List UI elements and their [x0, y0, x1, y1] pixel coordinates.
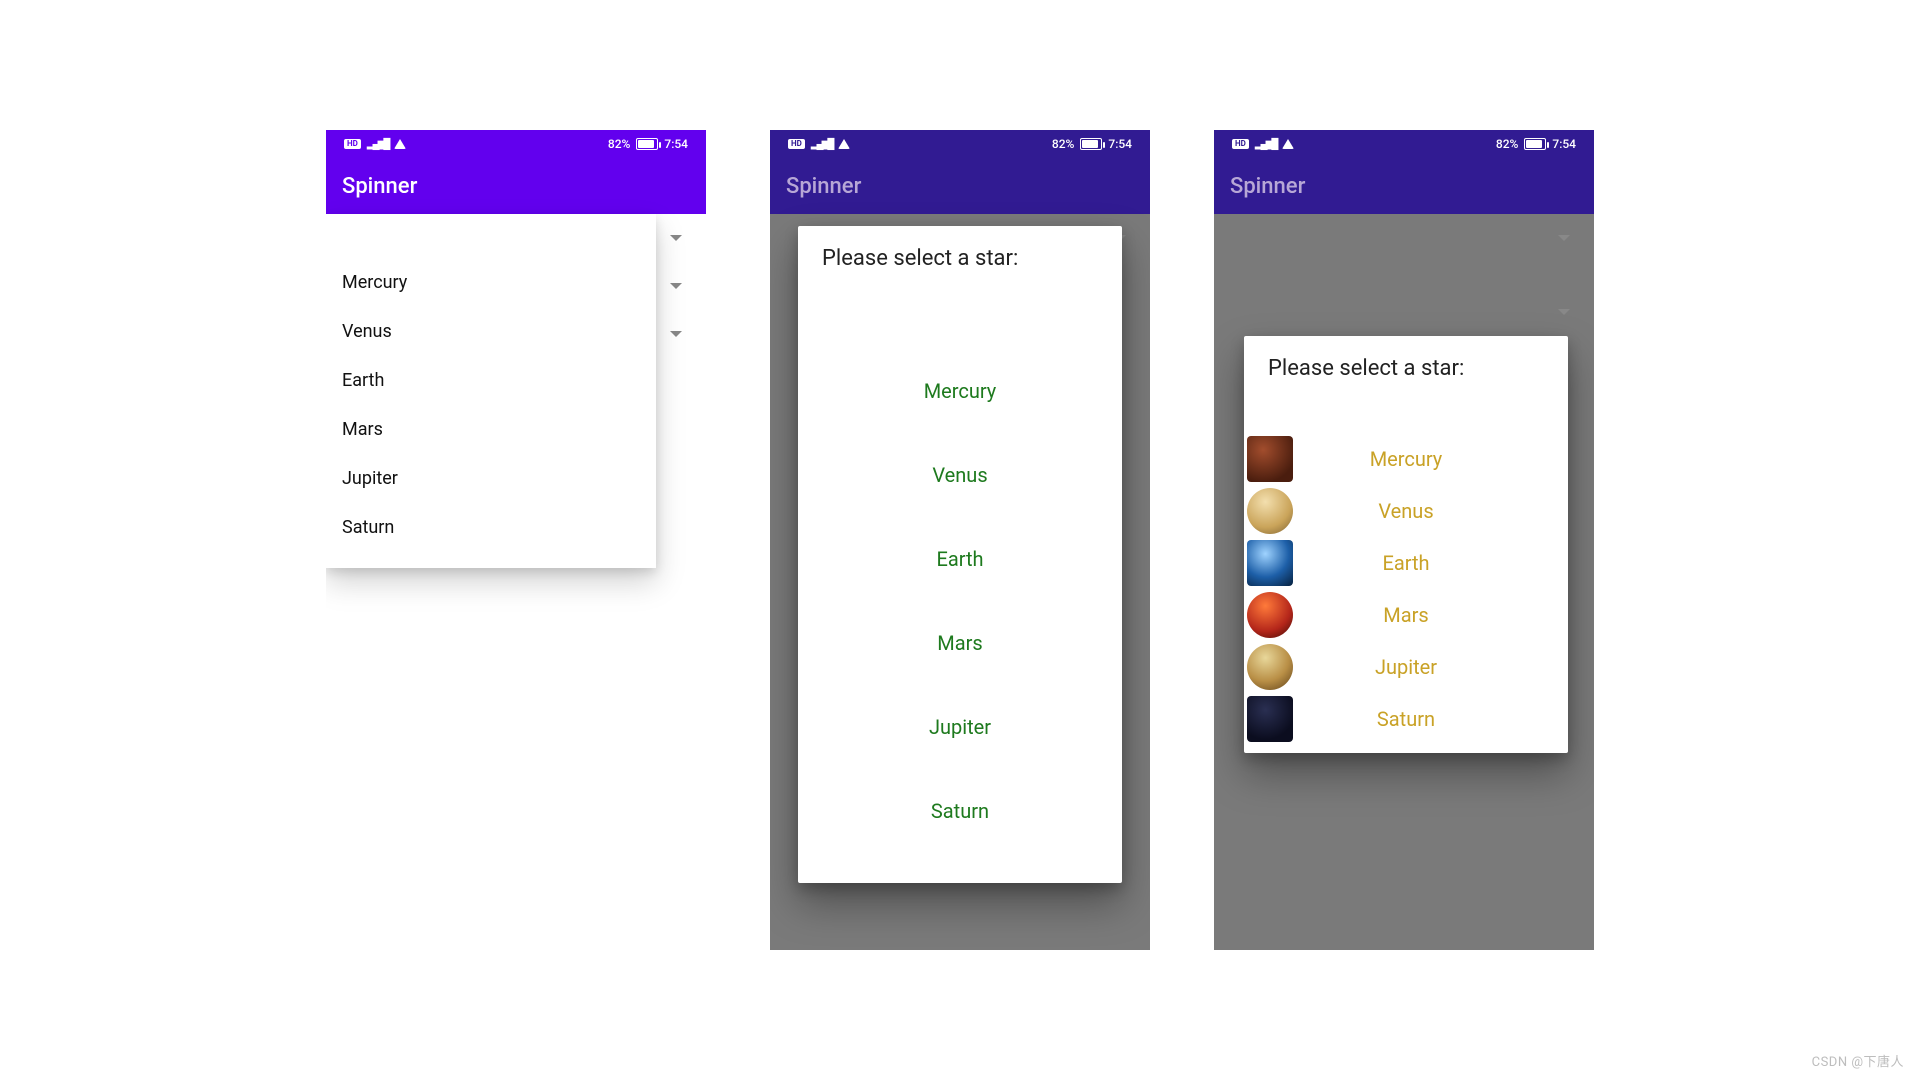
app-bar: Spinner [326, 158, 706, 214]
dialog-option[interactable]: Mercury [798, 349, 1122, 433]
app-bar: Spinner [770, 158, 1150, 214]
planet-icon [1247, 436, 1293, 482]
planet-thumbnail [1244, 693, 1296, 745]
hd-icon: HD [344, 139, 361, 149]
clock: 7:54 [1108, 137, 1132, 151]
app-bar: Spinner [1214, 158, 1594, 214]
chevron-down-icon [670, 331, 682, 337]
dropdown-popup: Mercury Venus Earth Mars Jupiter Saturn [326, 214, 656, 568]
planet-icon [1247, 488, 1293, 534]
dialog-option[interactable]: Mercury [1244, 433, 1568, 485]
planet-thumbnail [1244, 485, 1296, 537]
chevron-down-icon [1558, 309, 1570, 315]
dialog-option[interactable]: Jupiter [798, 685, 1122, 769]
signal-icon: ▂▄▆█ [811, 139, 833, 150]
chevron-down-icon [670, 235, 682, 241]
status-bar: HD ▂▄▆█ 82% 7:54 [326, 130, 706, 158]
dialog-option[interactable]: Jupiter [1244, 641, 1568, 693]
wifi-icon [1282, 139, 1294, 149]
battery-icon [636, 138, 658, 150]
dialog-option[interactable]: Earth [1244, 537, 1568, 589]
dialog-option[interactable]: Mars [1244, 589, 1568, 641]
dialog-title: Please select a star: [798, 226, 1122, 279]
app-bar-title: Spinner [1230, 174, 1305, 199]
signal-icon: ▂▄▆█ [367, 139, 389, 150]
app-bar-title: Spinner [342, 174, 417, 199]
signal-icon: ▂▄▆█ [1255, 139, 1277, 150]
battery-icon [1080, 138, 1102, 150]
planet-thumbnail [1244, 589, 1296, 641]
status-bar: HD ▂▄▆█ 82% 7:54 [1214, 130, 1594, 158]
dialog-option-label: Venus [1296, 499, 1568, 523]
app-bar-title: Spinner [786, 174, 861, 199]
planet-icon [1247, 644, 1293, 690]
spinner-field [1214, 214, 1594, 262]
wifi-icon [838, 139, 850, 149]
battery-percent: 82% [1052, 137, 1074, 151]
dialog-option-label: Jupiter [1296, 655, 1568, 679]
dropdown-item[interactable]: Mercury [326, 258, 656, 307]
status-bar: HD ▂▄▆█ 82% 7:54 [770, 130, 1150, 158]
clock: 7:54 [664, 137, 688, 151]
planet-thumbnail [1244, 433, 1296, 485]
dropdown-item[interactable]: Earth [326, 356, 656, 405]
select-dialog: Please select a star: Mercury Venus Eart… [798, 226, 1122, 883]
dialog-option-label: Earth [1296, 551, 1568, 575]
dialog-option[interactable]: Saturn [1244, 693, 1568, 745]
planet-icon [1247, 696, 1293, 742]
phone-screen-2: HD ▂▄▆█ 82% 7:54 Spinner Please select a… [770, 130, 1150, 950]
dialog-option[interactable]: Saturn [798, 769, 1122, 853]
planet-icon [1247, 592, 1293, 638]
phone-screen-3: HD ▂▄▆█ 82% 7:54 Spinner Please select a… [1214, 130, 1594, 950]
dialog-option[interactable]: Venus [798, 433, 1122, 517]
dialog-option[interactable]: Earth [798, 517, 1122, 601]
dialog-title: Please select a star: [1244, 336, 1568, 389]
battery-percent: 82% [608, 137, 630, 151]
dropdown-item[interactable]: Venus [326, 307, 656, 356]
planet-thumbnail [1244, 537, 1296, 589]
three-phone-comparison: HD ▂▄▆█ 82% 7:54 Spinner Mercury Venus E… [326, 130, 1594, 950]
chevron-down-icon [1558, 235, 1570, 241]
dialog-option[interactable]: Venus [1244, 485, 1568, 537]
dropdown-item[interactable]: Mars [326, 405, 656, 454]
chevron-down-icon [670, 283, 682, 289]
planet-icon [1247, 540, 1293, 586]
dialog-option[interactable]: Mars [798, 601, 1122, 685]
hd-icon: HD [1232, 139, 1249, 149]
wifi-icon [394, 139, 406, 149]
hd-icon: HD [788, 139, 805, 149]
planet-thumbnail [1244, 641, 1296, 693]
dialog-option-label: Mercury [1296, 447, 1568, 471]
dialog-option-label: Saturn [1296, 707, 1568, 731]
dropdown-item[interactable]: Jupiter [326, 454, 656, 503]
battery-percent: 82% [1496, 137, 1518, 151]
clock: 7:54 [1552, 137, 1576, 151]
select-dialog-with-icons: Please select a star: Mercury Venus Earth M… [1244, 336, 1568, 753]
dialog-option-label: Mars [1296, 603, 1568, 627]
watermark: CSDN @下唐人 [1812, 1051, 1904, 1070]
phone-screen-1: HD ▂▄▆█ 82% 7:54 Spinner Mercury Venus E… [326, 130, 706, 950]
dropdown-item[interactable]: Saturn [326, 503, 656, 552]
battery-icon [1524, 138, 1546, 150]
